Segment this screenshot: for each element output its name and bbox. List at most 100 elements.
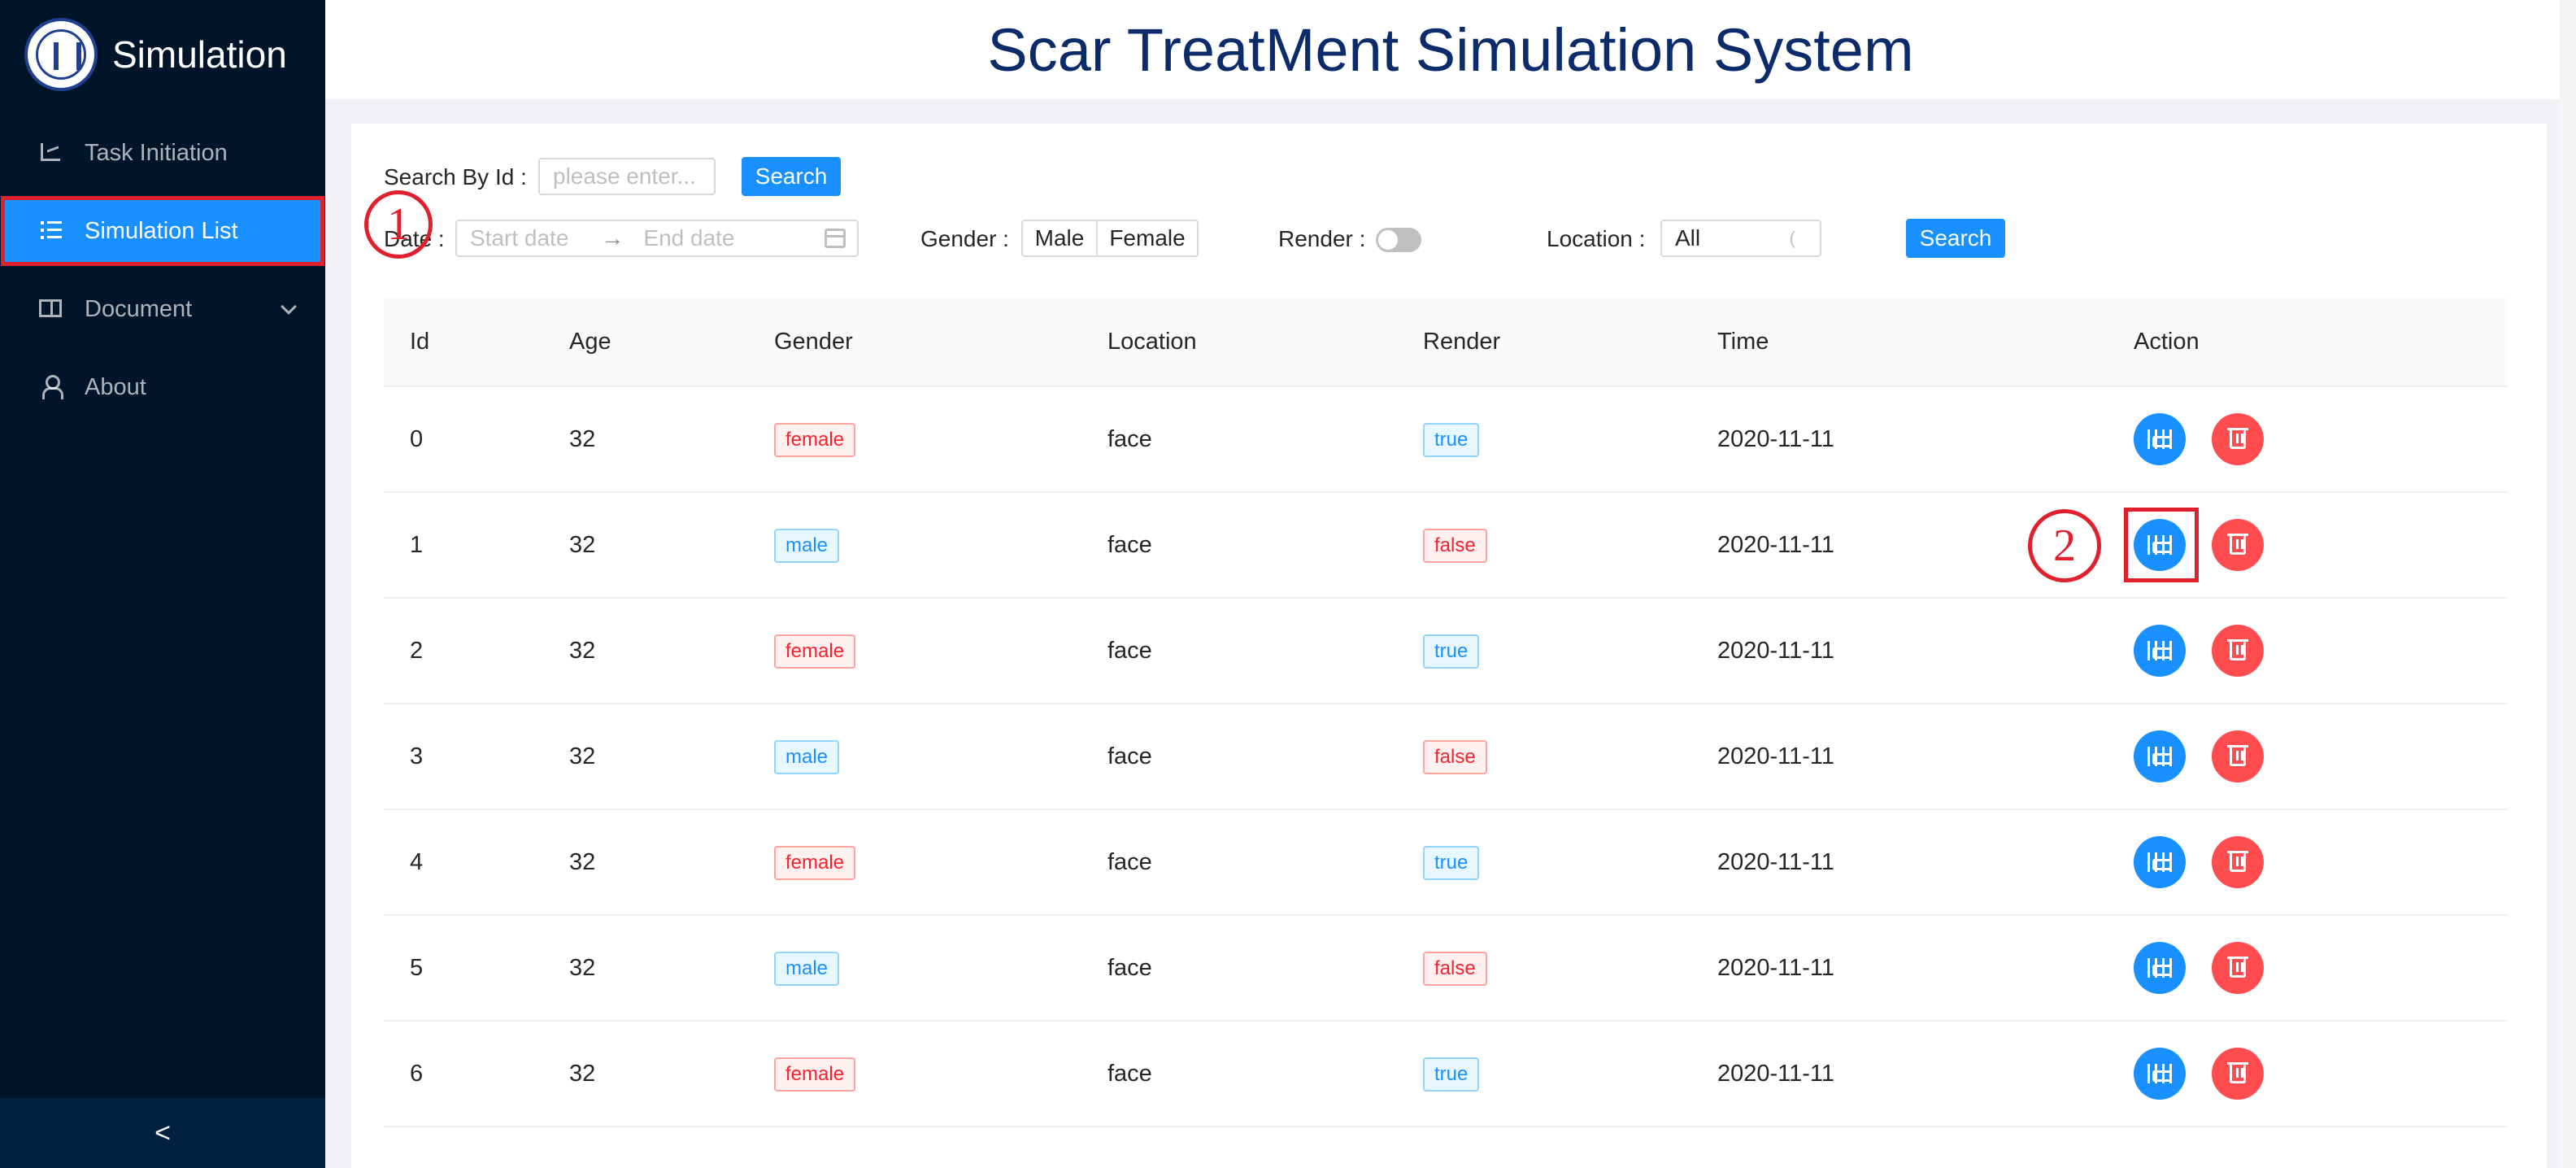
trash-icon bbox=[2227, 745, 2248, 766]
gender-tag: male bbox=[774, 740, 840, 774]
sidebar-item-label: Simulation List bbox=[85, 217, 238, 244]
delete-button[interactable] bbox=[2212, 413, 2264, 465]
cell-id: 2 bbox=[410, 638, 424, 664]
sidebar-item-document[interactable]: Document bbox=[0, 277, 325, 342]
render-toggle[interactable] bbox=[1376, 228, 1421, 252]
cell-location: face bbox=[1107, 955, 1152, 981]
col-gender: Gender bbox=[774, 329, 853, 355]
gender-tag: female bbox=[774, 1057, 856, 1092]
delete-button[interactable] bbox=[2212, 519, 2264, 571]
render-label: Render : bbox=[1278, 226, 1366, 251]
gender-label: Gender : bbox=[920, 226, 1009, 251]
render-tag: false bbox=[1423, 952, 1487, 986]
table-header: Id Age Gender Location Render Time Actio… bbox=[384, 298, 2508, 387]
trash-icon bbox=[2227, 534, 2248, 555]
delete-button[interactable] bbox=[2212, 836, 2264, 888]
annotation-mark-2: 2 bbox=[2028, 509, 2101, 582]
calendar-icon bbox=[825, 229, 846, 248]
sliders-icon bbox=[2147, 641, 2172, 660]
search-id-label: Search By Id : bbox=[384, 164, 527, 190]
user-icon bbox=[37, 373, 67, 402]
gender-male-option[interactable]: Male bbox=[1021, 220, 1098, 257]
cell-time: 2020-11-11 bbox=[1717, 743, 1835, 769]
delete-button[interactable] bbox=[2212, 730, 2264, 782]
loading-icon: ( bbox=[1789, 228, 1795, 248]
simulate-button[interactable] bbox=[2134, 625, 2186, 677]
col-location: Location bbox=[1107, 329, 1197, 355]
cell-time: 2020-11-11 bbox=[1717, 532, 1835, 558]
sidebar-item-label: About bbox=[85, 373, 146, 400]
col-render: Render bbox=[1423, 329, 1501, 355]
hospital-logo bbox=[24, 18, 98, 91]
render-tag: true bbox=[1423, 1057, 1480, 1092]
cell-age: 32 bbox=[569, 849, 596, 875]
cell-age: 32 bbox=[569, 426, 596, 452]
start-date-input[interactable]: Start date bbox=[470, 225, 568, 251]
cell-time: 2020-11-11 bbox=[1717, 955, 1835, 981]
cell-id: 0 bbox=[410, 426, 424, 452]
cell-time: 2020-11-11 bbox=[1717, 426, 1835, 452]
simulate-button[interactable] bbox=[2134, 730, 2186, 782]
cell-age: 32 bbox=[569, 638, 596, 664]
render-tag: false bbox=[1423, 529, 1487, 563]
end-date-input[interactable]: End date bbox=[643, 225, 734, 251]
scrollbar[interactable] bbox=[2560, 0, 2576, 1168]
sliders-icon bbox=[2147, 747, 2172, 766]
chart-icon bbox=[37, 138, 67, 168]
sliders-icon bbox=[2147, 852, 2172, 872]
delete-button[interactable] bbox=[2212, 942, 2264, 994]
simulate-button[interactable] bbox=[2134, 1048, 2186, 1100]
cell-age: 32 bbox=[569, 532, 596, 558]
search-button[interactable]: Search bbox=[742, 157, 841, 196]
sidebar-item-task-initiation[interactable]: Task Initiation bbox=[0, 120, 325, 185]
app-name: Simulation bbox=[112, 33, 287, 76]
cell-id: 5 bbox=[410, 955, 424, 981]
sidebar-item-label: Task Initiation bbox=[85, 139, 228, 166]
cell-time: 2020-11-11 bbox=[1717, 849, 1835, 875]
render-tag: true bbox=[1423, 846, 1480, 880]
simulate-button[interactable] bbox=[2134, 942, 2186, 994]
table-row: 3 32 male face false 2020-11-11 bbox=[384, 704, 2508, 810]
delete-button[interactable] bbox=[2212, 1048, 2264, 1100]
header: Scar TreatMent Simulation System bbox=[325, 0, 2576, 99]
render-tag: true bbox=[1423, 423, 1480, 457]
cell-age: 32 bbox=[569, 1061, 596, 1087]
annotation-highlight-box bbox=[2124, 508, 2199, 582]
sidebar-item-about[interactable]: About bbox=[0, 355, 325, 420]
sliders-icon bbox=[2147, 958, 2172, 978]
sidebar-collapse-button[interactable]: < bbox=[0, 1098, 325, 1168]
filter-search-button[interactable]: Search bbox=[1906, 219, 2005, 258]
col-time: Time bbox=[1717, 329, 1769, 355]
annotation-mark-1: 1 bbox=[364, 190, 433, 259]
brand[interactable]: Simulation bbox=[24, 18, 287, 91]
cell-location: face bbox=[1107, 1061, 1152, 1087]
col-age: Age bbox=[569, 329, 611, 355]
trash-icon bbox=[2227, 851, 2248, 872]
simulate-button[interactable] bbox=[2134, 413, 2186, 465]
cell-location: face bbox=[1107, 426, 1152, 452]
cell-location: face bbox=[1107, 849, 1152, 875]
location-select[interactable]: All ( bbox=[1660, 220, 1821, 257]
search-id-input[interactable]: please enter... bbox=[538, 158, 716, 195]
col-action: Action bbox=[2134, 329, 2200, 355]
gender-female-option[interactable]: Female bbox=[1096, 220, 1199, 257]
cell-age: 32 bbox=[569, 955, 596, 981]
trash-icon bbox=[2227, 957, 2248, 978]
table-row: 6 32 female face true 2020-11-11 bbox=[384, 1022, 2508, 1127]
sidebar: Simulation Task Initiation Simulation Li… bbox=[0, 0, 325, 1168]
table-row: 4 32 female face true 2020-11-11 bbox=[384, 810, 2508, 916]
table-row: 0 32 female face true 2020-11-11 bbox=[384, 387, 2508, 493]
gender-tag: male bbox=[774, 952, 840, 986]
date-range-picker[interactable]: Start date → End date bbox=[455, 220, 859, 257]
location-selected-value: All bbox=[1675, 225, 1701, 251]
cell-id: 6 bbox=[410, 1061, 424, 1087]
sidebar-item-simulation-list[interactable]: Simulation List bbox=[1, 196, 324, 266]
col-id: Id bbox=[410, 329, 430, 355]
trash-icon bbox=[2227, 639, 2248, 660]
arrow-right-icon: → bbox=[601, 225, 624, 251]
gender-tag: female bbox=[774, 846, 856, 880]
delete-button[interactable] bbox=[2212, 625, 2264, 677]
cell-time: 2020-11-11 bbox=[1717, 638, 1835, 664]
simulate-button[interactable] bbox=[2134, 836, 2186, 888]
cell-location: face bbox=[1107, 743, 1152, 769]
